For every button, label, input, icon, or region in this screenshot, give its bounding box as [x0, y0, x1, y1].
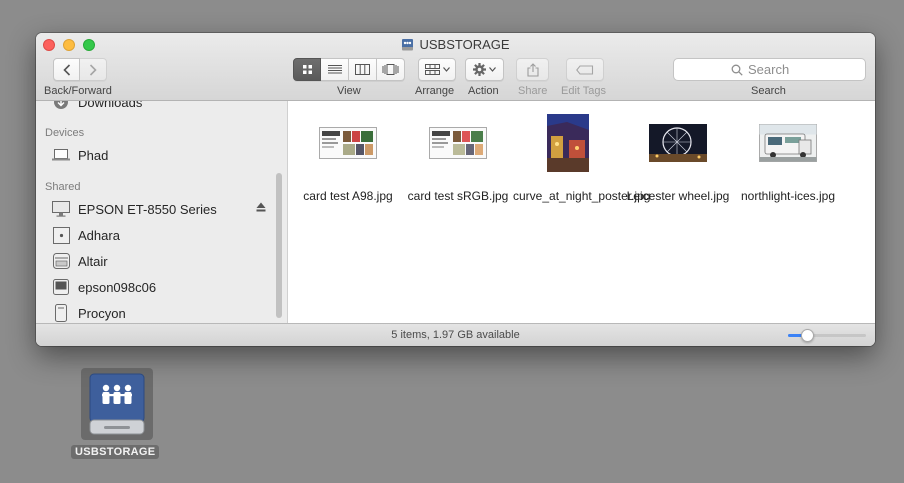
file-name: card test sRGB.jpg: [407, 189, 509, 203]
sidebar-item-downloads[interactable]: Downloads: [52, 101, 142, 112]
sidebar-item-adhara[interactable]: Adhara: [52, 225, 120, 245]
share-label: Share: [518, 85, 548, 97]
back-button[interactable]: [53, 58, 80, 81]
file-name: card test A98.jpg: [303, 189, 393, 203]
chevron-left-icon: [62, 63, 70, 76]
nas-icon: [52, 252, 70, 270]
sidebar-item-label: EPSON ET-8550 Series: [78, 201, 217, 217]
file-item-card-test-a98[interactable]: card test A98.jpg: [293, 113, 403, 204]
arrange-button[interactable]: [418, 58, 456, 81]
sidebar-item-phad[interactable]: Phad: [52, 145, 108, 165]
list-view-button[interactable]: [321, 58, 349, 81]
slider-knob[interactable]: [801, 329, 814, 342]
view-label: View: [337, 85, 361, 97]
van-thumb: [733, 113, 843, 173]
sidebar-item-label: epson098c06: [78, 279, 157, 295]
back-forward-group: [53, 58, 107, 81]
finder-window: USBSTORAGE Back/Forward View Arrange Act…: [36, 33, 875, 346]
edit-tags-button[interactable]: [566, 58, 604, 81]
search-label: Search: [751, 85, 786, 97]
share-button[interactable]: [516, 58, 549, 81]
columns-icon: [355, 64, 370, 75]
arrange-label: Arrange: [415, 85, 455, 97]
sidebar-item-altair[interactable]: Altair: [52, 251, 108, 271]
display-icon: [52, 200, 70, 218]
night-thumb: [513, 113, 623, 173]
icon-size-slider[interactable]: [788, 329, 866, 342]
sidebar-item-label: Procyon: [78, 305, 126, 321]
laptop-icon: [52, 146, 70, 164]
forward-button[interactable]: [80, 58, 107, 81]
file-item-leicester-wheel[interactable]: Leicester wheel.jpg: [623, 113, 733, 204]
external-drive-icon: [89, 373, 145, 435]
search-field[interactable]: [673, 58, 866, 81]
chevron-down-icon: [489, 67, 496, 72]
file-name: curve_at_night_poster.jpg: [513, 189, 651, 203]
arrange-grid-icon: [424, 64, 440, 75]
icon-view-button[interactable]: [293, 58, 321, 81]
sidebar-scrollbar[interactable]: [276, 173, 282, 318]
chevron-down-icon: [442, 67, 450, 72]
grid-icon: [302, 65, 312, 74]
cover-flow-button[interactable]: [377, 58, 405, 81]
sidebar-header-devices: Devices: [45, 127, 85, 139]
eject-icon[interactable]: [256, 202, 266, 212]
tower-icon: [52, 304, 70, 322]
file-item-curve-at-night-poster[interactable]: curve_at_night_poster.jpg: [513, 113, 651, 204]
status-bar: 5 items, 1.97 GB available: [36, 323, 875, 346]
file-name: northlight-ices.jpg: [740, 189, 836, 203]
wheel-thumb: [623, 113, 733, 173]
card-thumb: [403, 113, 513, 173]
card-thumb: [293, 113, 403, 173]
downloads-icon: [52, 101, 70, 111]
file-name: Leicester wheel.jpg: [626, 189, 730, 203]
sidebar-header-shared: Shared: [45, 181, 81, 193]
toolbar: USBSTORAGE Back/Forward View Arrange Act…: [36, 33, 875, 101]
sidebar-item-label: Adhara: [78, 227, 120, 243]
edit-tags-label: Edit Tags: [561, 85, 607, 97]
sidebar-item-label: Downloads: [78, 101, 143, 110]
monitor-icon: [52, 278, 70, 296]
tag-icon: [576, 64, 594, 75]
desktop-drive-label[interactable]: USBSTORAGE: [71, 445, 160, 459]
edit-tags-group: [566, 58, 604, 81]
action-button[interactable]: [465, 58, 504, 81]
sidebar-item-epson098c06[interactable]: epson098c06: [52, 277, 156, 297]
sidebar-item-label: Altair: [78, 253, 108, 269]
sidebar-item-label: Phad: [78, 147, 109, 163]
search-icon: [731, 64, 743, 76]
cover-flow-icon: [382, 64, 399, 75]
file-item-northlight-ices[interactable]: northlight-ices.jpg: [733, 113, 843, 204]
file-item-card-test-srgb[interactable]: card test sRGB.jpg: [403, 113, 513, 204]
action-group: [465, 58, 504, 81]
chevron-right-icon: [89, 63, 97, 76]
search-input[interactable]: [748, 62, 808, 77]
view-mode-group: [293, 58, 405, 81]
sidebar-item-epson-et-8550[interactable]: EPSON ET-8550 Series: [52, 199, 217, 219]
file-grid: card test A98.jpg card test sRGB.jpg cur…: [289, 101, 875, 323]
status-text: 5 items, 1.97 GB available: [391, 329, 520, 341]
usb-drive-icon: [402, 38, 414, 50]
server-icon: [52, 226, 70, 244]
gear-icon: [473, 63, 486, 76]
action-label: Action: [468, 85, 499, 97]
share-group: [516, 58, 549, 81]
back-forward-label: Back/Forward: [44, 85, 112, 97]
window-title: USBSTORAGE: [36, 37, 875, 52]
window-title-text: USBSTORAGE: [419, 37, 510, 52]
sidebar-item-procyon[interactable]: Procyon: [52, 303, 126, 323]
sidebar: Downloads Devices Phad Shared EPSON ET-8…: [36, 101, 288, 323]
arrange-group: [418, 58, 456, 81]
column-view-button[interactable]: [349, 58, 377, 81]
list-icon: [327, 65, 342, 74]
desktop-drive-icon[interactable]: [81, 368, 153, 440]
share-icon: [526, 62, 539, 77]
